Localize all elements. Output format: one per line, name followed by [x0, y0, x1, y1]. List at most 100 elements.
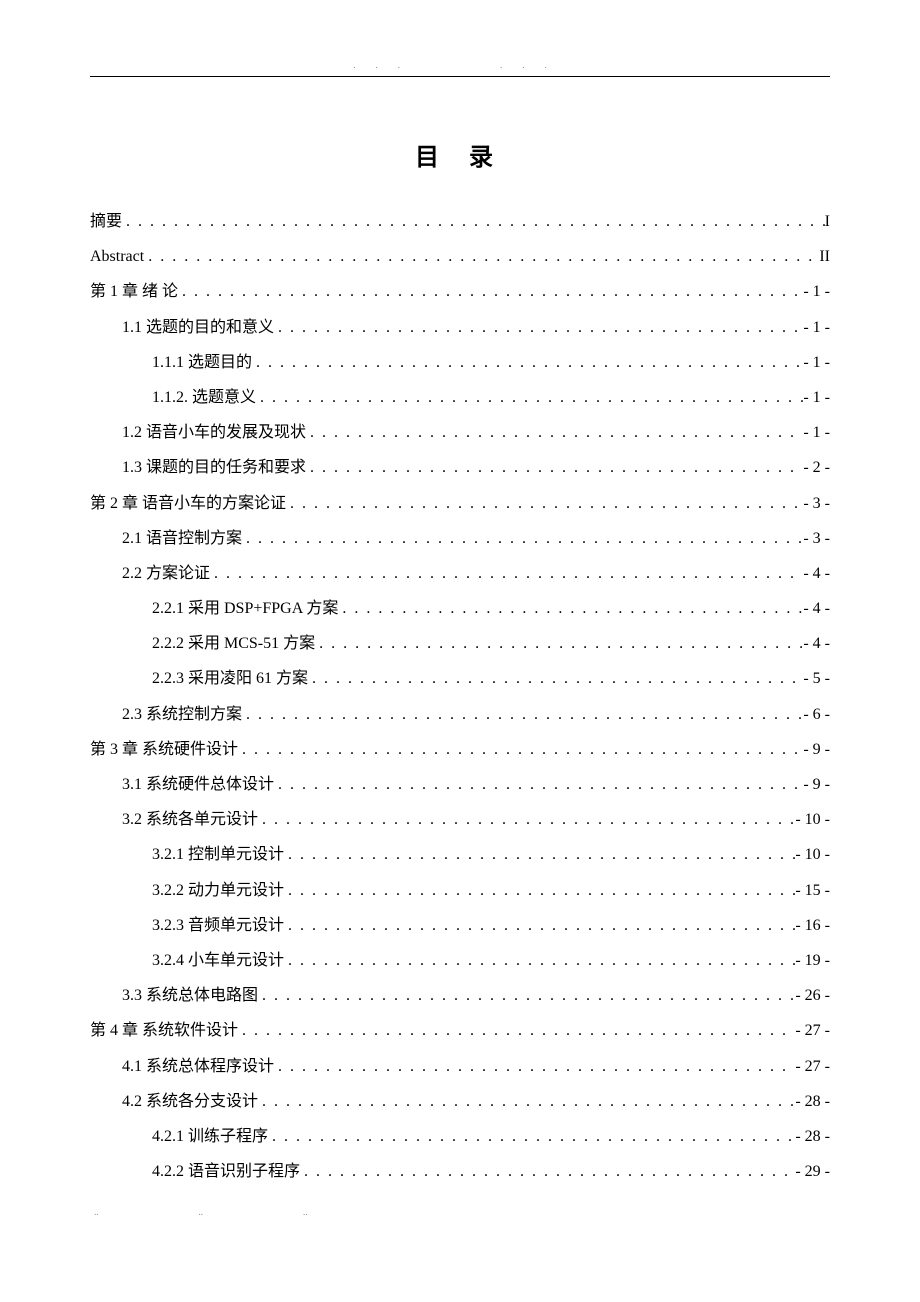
toc-leader — [284, 908, 795, 943]
toc-entry: Abstract II — [90, 239, 830, 274]
toc-entry: 1.3 课题的目的任务和要求 - 2 - — [90, 450, 830, 485]
toc-leader — [252, 345, 803, 380]
toc-leader — [274, 310, 803, 345]
toc-entry: 1.1.2. 选题意义 - 1 - — [90, 380, 830, 415]
toc-leader — [338, 591, 803, 626]
toc-entry-label: 第 2 章 语音小车的方案论证 — [90, 486, 286, 521]
toc-entry-label: 第 4 章 系统软件设计 — [90, 1013, 238, 1048]
toc-entry-page: - 9 - — [803, 767, 830, 802]
toc-leader — [306, 450, 803, 485]
toc-leader — [308, 661, 803, 696]
toc-entry-label: 4.1 系统总体程序设计 — [122, 1049, 274, 1084]
toc-leader — [256, 380, 803, 415]
toc-entry-page: - 10 - — [795, 837, 830, 872]
toc-entry-label: 第 3 章 系统硬件设计 — [90, 732, 238, 767]
toc-entry: 第 4 章 系统软件设计 - 27 - — [90, 1013, 830, 1048]
toc-entry-page: - 19 - — [795, 943, 830, 978]
toc-title: 目 录 — [90, 137, 830, 172]
toc-entry-label: 1.1.1 选题目的 — [152, 345, 252, 380]
toc-entry-page: - 27 - — [795, 1049, 830, 1084]
toc-entry-label: 4.2.1 训练子程序 — [152, 1119, 268, 1154]
toc-entry: 2.3 系统控制方案 - 6 - — [90, 697, 830, 732]
toc-entry: 第 1 章 绪 论 - 1 - — [90, 274, 830, 309]
toc-entry: 4.1 系统总体程序设计 - 27 - — [90, 1049, 830, 1084]
toc-leader — [306, 415, 803, 450]
header-rule — [90, 76, 830, 77]
toc-leader — [242, 697, 803, 732]
toc-entry: 4.2.1 训练子程序 - 28 - — [90, 1119, 830, 1154]
toc-entry: 1.1.1 选题目的 - 1 - — [90, 345, 830, 380]
toc-entry-page: - 1 - — [803, 310, 830, 345]
toc-entry-page: - 3 - — [803, 486, 830, 521]
toc-page: ...... 目 录 摘要 IAbstract II第 1 章 绪 论 - 1 … — [90, 60, 830, 1217]
toc-entry: 2.1 语音控制方案 - 3 - — [90, 521, 830, 556]
toc-entry-page: - 26 - — [795, 978, 830, 1013]
toc-entry-page: - 28 - — [795, 1119, 830, 1154]
toc-leader — [258, 978, 795, 1013]
toc-entry: 3.2.3 音频单元设计 - 16 - — [90, 908, 830, 943]
toc-entry-page: - 15 - — [795, 873, 830, 908]
toc-entry-page: - 1 - — [803, 345, 830, 380]
toc-entry: 2.2.2 采用 MCS-51 方案 - 4 - — [90, 626, 830, 661]
toc-entry-page: - 1 - — [803, 380, 830, 415]
toc-leader — [210, 556, 803, 591]
toc-entry-page: I — [825, 204, 830, 239]
toc-entry: 3.2.2 动力单元设计 - 15 - — [90, 873, 830, 908]
toc-entry-label: 2.1 语音控制方案 — [122, 521, 242, 556]
toc-entry-label: 1.3 课题的目的任务和要求 — [122, 450, 306, 485]
toc-leader — [274, 767, 803, 802]
toc-entry-page: - 27 - — [795, 1013, 830, 1048]
toc-entry-page: - 4 - — [803, 556, 830, 591]
toc-entry-label: 3.2 系统各单元设计 — [122, 802, 258, 837]
toc-entry-label: 第 1 章 绪 论 — [90, 274, 178, 309]
toc-entry-label: 3.2.3 音频单元设计 — [152, 908, 284, 943]
toc-entry-page: II — [819, 239, 830, 274]
toc-entry-page: - 16 - — [795, 908, 830, 943]
toc-leader — [242, 521, 803, 556]
toc-entry-label: 4.2.2 语音识别子程序 — [152, 1154, 300, 1189]
toc-entry-page: - 28 - — [795, 1084, 830, 1119]
toc-entry: 4.2 系统各分支设计 - 28 - — [90, 1084, 830, 1119]
toc-leader — [258, 1084, 795, 1119]
toc-leader — [238, 1013, 795, 1048]
toc-entry-label: 1.1 选题的目的和意义 — [122, 310, 274, 345]
toc-entry: 2.2 方案论证 - 4 - — [90, 556, 830, 591]
toc-entry: 3.2 系统各单元设计 - 10 - — [90, 802, 830, 837]
toc-entry-page: - 3 - — [803, 521, 830, 556]
toc-leader — [258, 802, 795, 837]
toc-leader — [238, 732, 803, 767]
toc-entry-page: - 29 - — [795, 1154, 830, 1189]
toc-entry-label: 2.2.3 采用凌阳 61 方案 — [152, 661, 308, 696]
toc-entry: 第 3 章 系统硬件设计 - 9 - — [90, 732, 830, 767]
toc-entry-label: 2.2.1 采用 DSP+FPGA 方案 — [152, 591, 338, 626]
toc-leader — [284, 943, 795, 978]
toc-entry: 3.2.1 控制单元设计 - 10 - — [90, 837, 830, 872]
toc-leader — [284, 837, 795, 872]
toc-entry: 摘要 I — [90, 204, 830, 239]
toc-entry-label: 3.1 系统硬件总体设计 — [122, 767, 274, 802]
toc-entry-page: - 2 - — [803, 450, 830, 485]
toc-entry-label: 2.2.2 采用 MCS-51 方案 — [152, 626, 315, 661]
toc-entry-label: 1.1.2. 选题意义 — [152, 380, 256, 415]
toc-entry-page: - 6 - — [803, 697, 830, 732]
toc-leader — [300, 1154, 795, 1189]
toc-entry-page: - 9 - — [803, 732, 830, 767]
toc-leader — [268, 1119, 795, 1154]
footer-ornament: ...... — [90, 1207, 830, 1217]
toc-leader — [144, 239, 819, 274]
toc-entry: 2.2.1 采用 DSP+FPGA 方案 - 4 - — [90, 591, 830, 626]
toc-leader — [274, 1049, 795, 1084]
toc-leader — [286, 486, 803, 521]
toc-entry-label: 4.2 系统各分支设计 — [122, 1084, 258, 1119]
toc-entry-page: - 4 - — [803, 591, 830, 626]
toc-entry-label: 摘要 — [90, 204, 122, 239]
toc-entry-page: - 5 - — [803, 661, 830, 696]
toc-entry-label: 3.2.4 小车单元设计 — [152, 943, 284, 978]
toc-entry-label: 1.2 语音小车的发展及现状 — [122, 415, 306, 450]
toc-entry: 2.2.3 采用凌阳 61 方案 - 5 - — [90, 661, 830, 696]
toc-entry-label: 3.2.1 控制单元设计 — [152, 837, 284, 872]
toc-entry-page: - 1 - — [803, 274, 830, 309]
header-ornament: ...... — [90, 60, 830, 76]
toc-entry: 3.1 系统硬件总体设计 - 9 - — [90, 767, 830, 802]
toc-entry-page: - 10 - — [795, 802, 830, 837]
